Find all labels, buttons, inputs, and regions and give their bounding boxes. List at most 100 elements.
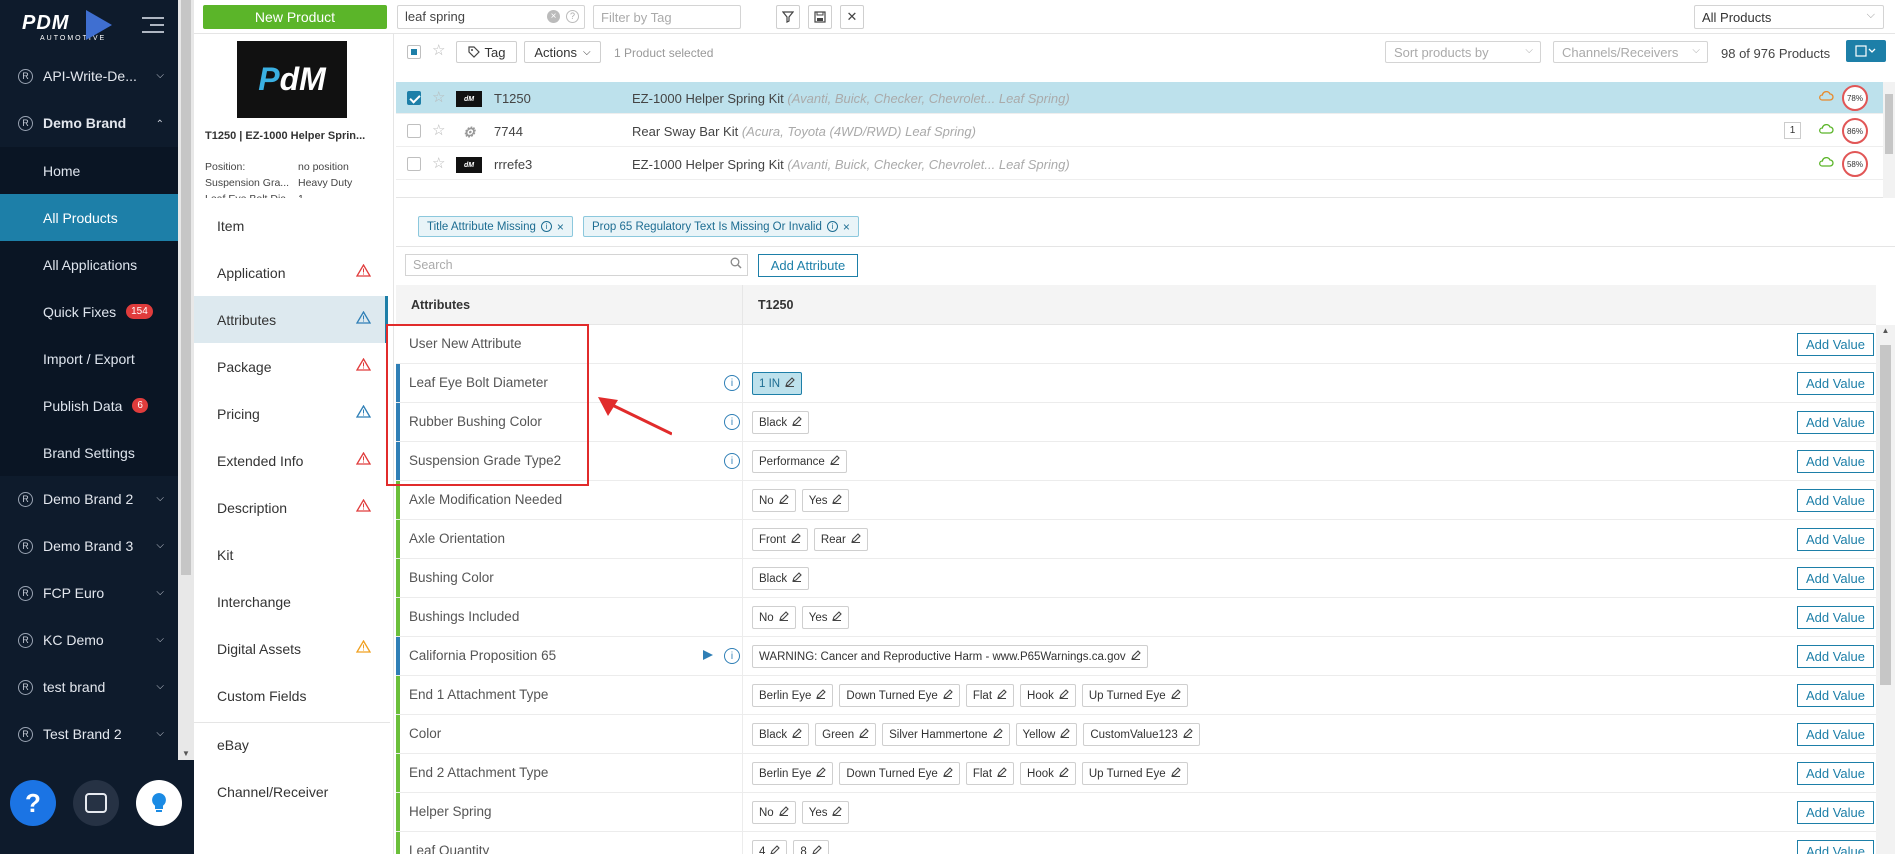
new-product-button[interactable]: New Product bbox=[203, 5, 387, 29]
attribute-value-chip[interactable]: No bbox=[752, 489, 796, 512]
add-value-button[interactable]: Add Value bbox=[1797, 606, 1874, 629]
edit-pencil-icon[interactable] bbox=[1060, 728, 1071, 741]
sidebar-brand-5[interactable]: R KC Demo ⌵ bbox=[0, 617, 178, 663]
tag-button[interactable]: Tag bbox=[456, 41, 517, 63]
sort-select[interactable]: Sort products by ⌵ bbox=[1385, 41, 1541, 63]
sidebar-item-1[interactable]: All Products bbox=[0, 194, 178, 241]
edit-pencil-icon[interactable] bbox=[997, 689, 1007, 702]
attribute-value-chip[interactable]: Performance bbox=[752, 450, 847, 473]
attribute-value-chip[interactable]: Hook bbox=[1020, 684, 1076, 707]
product-row[interactable]: ☆ dM rrrefe3 EZ-1000 Helper Spring Kit (Ava… bbox=[396, 148, 1883, 180]
attribute-value-chip[interactable]: Black bbox=[752, 567, 810, 590]
star-icon[interactable]: ☆ bbox=[432, 88, 445, 106]
search-help-icon[interactable]: ? bbox=[566, 10, 579, 23]
edit-pencil-icon[interactable] bbox=[829, 455, 840, 468]
edit-pencil-icon[interactable] bbox=[992, 728, 1003, 741]
attribute-value-chip[interactable]: Yes bbox=[801, 489, 850, 512]
edit-pencil-icon[interactable] bbox=[778, 806, 789, 819]
lightbulb-icon[interactable] bbox=[136, 780, 182, 826]
attribute-value-chip[interactable]: Flat bbox=[965, 684, 1015, 707]
add-value-button[interactable]: Add Value bbox=[1797, 567, 1874, 590]
edit-pencil-icon[interactable] bbox=[790, 533, 801, 546]
attribute-value-chip[interactable]: Berlin Eye bbox=[752, 762, 834, 785]
attribute-value-chip[interactable]: Flat bbox=[965, 762, 1015, 785]
attribute-value-chip[interactable]: Yellow bbox=[1015, 723, 1078, 746]
tab-kit[interactable]: Kit bbox=[194, 531, 388, 578]
attribute-value-chip[interactable]: Yes bbox=[801, 606, 850, 629]
edit-pencil-icon[interactable] bbox=[785, 377, 795, 390]
edit-pencil-icon[interactable] bbox=[859, 728, 869, 741]
sidebar-brand-4[interactable]: R FCP Euro ⌵ bbox=[0, 570, 178, 616]
edit-pencil-icon[interactable] bbox=[1170, 689, 1181, 702]
sidebar-item-0[interactable]: Home bbox=[0, 147, 178, 194]
edit-pencil-icon[interactable] bbox=[832, 494, 843, 507]
attribute-value-chip[interactable]: Up Turned Eye bbox=[1081, 684, 1188, 707]
sidebar-brand-0[interactable]: R API-Write-De... ⌵ bbox=[0, 53, 178, 99]
flag-icon[interactable] bbox=[702, 649, 714, 664]
info-icon[interactable]: i bbox=[724, 375, 740, 391]
info-icon[interactable]: i bbox=[724, 414, 740, 430]
close-icon[interactable]: × bbox=[557, 220, 564, 234]
add-value-button[interactable]: Add Value bbox=[1797, 723, 1874, 746]
add-value-button[interactable]: Add Value bbox=[1797, 840, 1874, 854]
add-value-button[interactable]: Add Value bbox=[1797, 372, 1874, 395]
edit-pencil-icon[interactable] bbox=[792, 416, 802, 429]
row-checkbox[interactable] bbox=[407, 91, 421, 105]
attribute-table-scrollbar[interactable]: ▲ bbox=[1876, 325, 1895, 854]
edit-pencil-icon[interactable] bbox=[816, 767, 827, 780]
clear-search-icon[interactable]: × bbox=[547, 10, 560, 23]
product-list-scrollbar[interactable] bbox=[1883, 82, 1895, 198]
info-icon[interactable]: i bbox=[540, 221, 552, 232]
sidebar-item-2[interactable]: All Applications bbox=[0, 241, 178, 288]
info-icon[interactable]: i bbox=[826, 221, 838, 232]
info-icon[interactable]: i bbox=[724, 453, 740, 469]
tab-attributes[interactable]: Attributes bbox=[194, 296, 388, 343]
sidebar-item-6[interactable]: Brand Settings bbox=[0, 429, 178, 476]
edit-pencil-icon[interactable] bbox=[832, 611, 843, 624]
add-value-button[interactable]: Add Value bbox=[1797, 450, 1874, 473]
star-icon[interactable]: ☆ bbox=[432, 41, 445, 59]
edit-pencil-icon[interactable] bbox=[1059, 689, 1069, 702]
row-checkbox[interactable] bbox=[407, 124, 421, 138]
menu-toggle-icon[interactable] bbox=[142, 17, 164, 35]
logo[interactable]: PDM AUTOMOTIVE bbox=[0, 0, 194, 52]
sidebar-brand-1[interactable]: R Demo Brand ⌃ bbox=[0, 100, 178, 146]
tab-package[interactable]: Package bbox=[194, 343, 388, 390]
tab-channel-receiver[interactable]: Channel/Receiver bbox=[194, 768, 388, 815]
add-value-button[interactable]: Add Value bbox=[1797, 489, 1874, 512]
attribute-value-chip[interactable]: Yes bbox=[801, 801, 850, 824]
sidebar-scrollbar[interactable]: ▼ bbox=[178, 0, 194, 760]
help-icon[interactable]: ? bbox=[10, 780, 56, 826]
product-row[interactable]: ☆ dM T1250 EZ-1000 Helper Spring Kit (Avant… bbox=[396, 82, 1883, 114]
product-row[interactable]: ☆ ⚙ 7744 Rear Sway Bar Kit (Acura, Toyota (… bbox=[396, 115, 1883, 147]
edit-pencil-icon[interactable] bbox=[792, 572, 802, 585]
edit-pencil-icon[interactable] bbox=[1130, 650, 1141, 663]
attribute-search-input[interactable]: Search bbox=[405, 254, 748, 276]
sidebar-brand-3[interactable]: R Demo Brand 3 ⌵ bbox=[0, 523, 178, 569]
close-icon[interactable]: × bbox=[843, 220, 850, 234]
product-search-input[interactable]: leaf spring × ? bbox=[397, 5, 585, 29]
attribute-value-chip[interactable]: Down Turned Eye bbox=[839, 684, 960, 707]
attribute-value-chip[interactable]: Black bbox=[752, 723, 810, 746]
attribute-value-chip[interactable]: Silver Hammertone bbox=[882, 723, 1010, 746]
attribute-value-chip[interactable]: Hook bbox=[1020, 762, 1076, 785]
attribute-value-chip[interactable]: Black bbox=[752, 411, 810, 434]
tab-pricing[interactable]: Pricing bbox=[194, 390, 388, 437]
edit-pencil-icon[interactable] bbox=[812, 845, 822, 854]
search-icon[interactable] bbox=[730, 257, 742, 272]
star-icon[interactable]: ☆ bbox=[432, 121, 445, 139]
tab-application[interactable]: Application bbox=[194, 249, 388, 296]
edit-pencil-icon[interactable] bbox=[942, 689, 953, 702]
filter-tag[interactable]: Title Attribute Missing i × bbox=[418, 216, 573, 237]
info-icon[interactable]: i bbox=[724, 648, 740, 664]
star-icon[interactable]: ☆ bbox=[432, 154, 445, 172]
edit-pencil-icon[interactable] bbox=[850, 533, 861, 546]
attribute-value-chip[interactable]: 4 bbox=[752, 840, 788, 854]
chat-icon[interactable] bbox=[73, 780, 119, 826]
attribute-value-chip[interactable]: Berlin Eye bbox=[752, 684, 834, 707]
sidebar-item-5[interactable]: Publish Data 6 bbox=[0, 382, 178, 429]
edit-pencil-icon[interactable] bbox=[778, 494, 789, 507]
edit-pencil-icon[interactable] bbox=[997, 767, 1007, 780]
tab-interchange[interactable]: Interchange bbox=[194, 578, 388, 625]
sidebar-item-3[interactable]: Quick Fixes 154 bbox=[0, 288, 178, 335]
